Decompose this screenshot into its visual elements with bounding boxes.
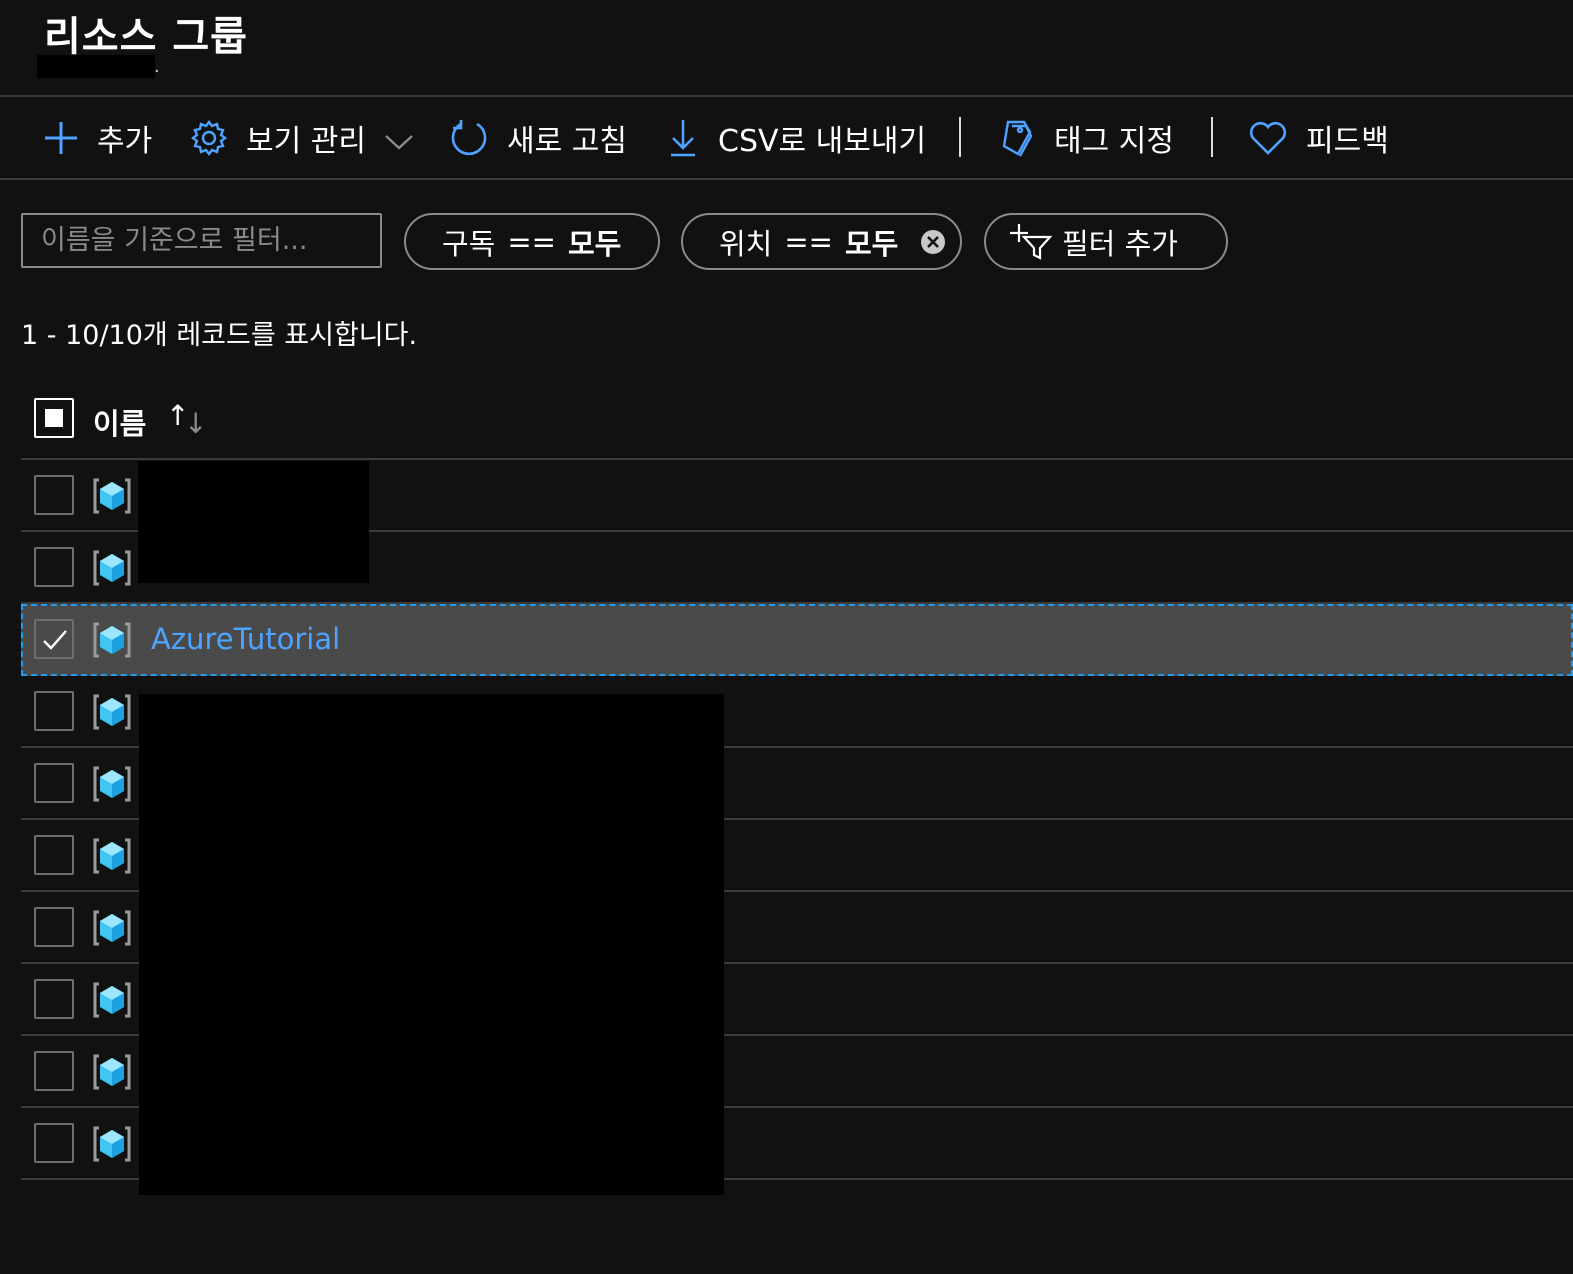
resource-group-icon (92, 764, 132, 808)
table-header: 이름 ↑ ↓ (21, 387, 1573, 459)
row-checkbox[interactable] (34, 763, 74, 803)
row-checkbox[interactable] (34, 619, 74, 659)
row-checkbox[interactable] (34, 835, 74, 875)
column-header-name[interactable]: 이름 (93, 401, 146, 443)
resource-group-icon (92, 476, 132, 520)
row-checkbox[interactable] (34, 907, 74, 947)
table-row[interactable]: AzureTutorial (21, 604, 1573, 676)
assign-tags-button[interactable]: 태그 지정 (1000, 97, 1174, 179)
refresh-button[interactable]: 새로 고침 (449, 97, 627, 179)
manage-view-button[interactable]: 보기 관리 (190, 97, 414, 179)
subscription-filter-label: 구독 (442, 226, 496, 261)
resource-group-icon (92, 908, 132, 952)
close-circle-icon[interactable] (920, 229, 946, 255)
resource-group-icon (92, 980, 132, 1024)
resource-group-icon (92, 692, 132, 736)
add-filter-label: 필터 추가 (1062, 226, 1178, 261)
assign-tags-label: 태그 지정 (1054, 124, 1174, 159)
location-filter-label: 위치 (719, 226, 773, 261)
gear-icon (191, 120, 227, 156)
row-checkbox[interactable] (34, 1123, 74, 1163)
subscription-filter-pill[interactable]: 구독 == 모두 (404, 213, 660, 270)
resource-group-icon (92, 620, 132, 664)
chevron-down-icon (385, 135, 413, 150)
add-filter-icon (1010, 223, 1053, 260)
redacted-names (139, 694, 724, 1195)
add-button-label: 추가 (97, 124, 153, 159)
refresh-icon (451, 120, 487, 156)
row-checkbox[interactable] (34, 979, 74, 1019)
resource-group-icon (92, 1124, 132, 1168)
feedback-button[interactable]: 피드백 (1248, 97, 1389, 179)
manage-view-label: 보기 관리 (246, 124, 366, 159)
export-csv-label: CSV로 내보내기 (718, 124, 927, 159)
checkmark-icon (43, 630, 67, 650)
plus-icon (45, 122, 77, 154)
sort-descending-icon[interactable]: ↓ (184, 407, 207, 440)
subscription-name-redacted (37, 55, 155, 78)
page-title: 리소스 그룹 (44, 14, 248, 60)
row-checkbox[interactable] (34, 1051, 74, 1091)
add-button[interactable]: 추가 (43, 97, 152, 179)
name-filter-input[interactable] (21, 213, 382, 268)
subscription-filter-value: 모두 (567, 226, 622, 261)
subtitle-dot: . (154, 56, 160, 77)
command-bar: 추가 보기 관리 새로 고침 CSV로 내보내기 태그 지정 피드백 (0, 97, 1573, 179)
resource-group-name-link[interactable]: AzureTutorial (151, 622, 340, 656)
add-filter-button[interactable]: 필터 추가 (984, 213, 1228, 270)
toolbar-bottom-divider (0, 178, 1573, 180)
download-icon (671, 120, 695, 157)
feedback-label: 피드백 (1306, 124, 1389, 159)
row-checkbox[interactable] (34, 547, 74, 587)
refresh-label: 새로 고침 (507, 124, 627, 159)
toolbar-separator (959, 117, 961, 157)
location-filter-operator: == (784, 224, 833, 259)
subscription-filter-operator: == (507, 224, 556, 259)
location-filter-value: 모두 (844, 226, 899, 261)
resource-group-icon (92, 548, 132, 592)
export-csv-button[interactable]: CSV로 내보내기 (668, 97, 926, 179)
row-checkbox[interactable] (34, 691, 74, 731)
select-all-checkbox[interactable] (34, 398, 74, 438)
tag-icon (1002, 120, 1033, 157)
toolbar-separator (1211, 117, 1213, 157)
heart-icon (1249, 121, 1287, 155)
location-filter-pill[interactable]: 위치 == 모두 (681, 213, 962, 270)
resource-group-icon (92, 1052, 132, 1096)
redacted-names (138, 461, 369, 583)
resource-group-icon (92, 836, 132, 880)
record-count: 1 - 10/10개 레코드를 표시합니다. (21, 320, 418, 351)
row-checkbox[interactable] (34, 475, 74, 515)
